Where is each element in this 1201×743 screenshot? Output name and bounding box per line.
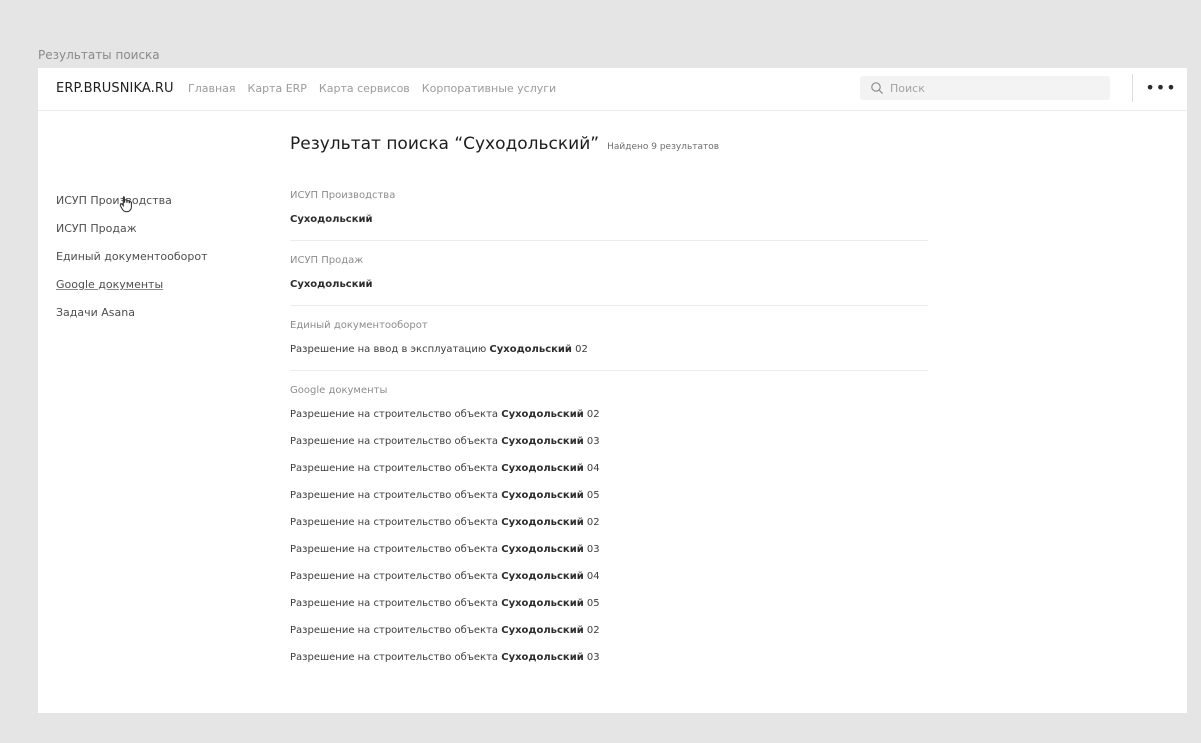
result-link[interactable]: Разрешение на строительство объекта Сухо… xyxy=(290,570,928,583)
result-prefix: Разрешение на строительство объекта xyxy=(290,436,502,447)
result-suffix: 02 xyxy=(583,409,600,420)
result-link[interactable]: Разрешение на строительство объекта Сухо… xyxy=(290,408,928,421)
sidebar-item-unified-document-flow[interactable]: Единый документооборот xyxy=(56,250,207,263)
result-link[interactable]: Разрешение на строительство объекта Сухо… xyxy=(290,462,928,475)
sidebar-item-asana-tasks[interactable]: Задачи Asana xyxy=(56,306,135,319)
result-suffix: 04 xyxy=(583,571,600,582)
top-bar-divider xyxy=(1132,74,1133,102)
sidebar-item-isup-sales[interactable]: ИСУП Продаж xyxy=(56,222,137,235)
top-bar: ERP.BRUSNIKA.RU Главная Карта ERP Карта … xyxy=(38,68,1187,111)
nav-item-erp-map[interactable]: Карта ERP xyxy=(248,82,307,95)
group-title: Единый документооборот xyxy=(290,320,428,331)
title-row: Результат поиска “Суходольский” Найдено … xyxy=(290,134,928,154)
result-highlight: Суходольский xyxy=(501,652,584,663)
result-highlight: Суходольский xyxy=(501,544,584,555)
result-highlight: Суходольский xyxy=(501,571,584,582)
results-group-google-documents: Google документы Разрешение на строитель… xyxy=(290,385,928,664)
result-prefix: Разрешение на строительство объекта xyxy=(290,409,502,420)
result-link[interactable]: Разрешение на ввод в эксплуатацию Суходо… xyxy=(290,343,928,356)
search-input[interactable] xyxy=(886,81,1100,95)
results-group-isup-sales: ИСУП Продаж Суходольский xyxy=(290,255,928,306)
result-prefix: Разрешение на строительство объекта xyxy=(290,544,502,555)
result-highlight: Суходольский xyxy=(290,279,373,290)
result-suffix: 05 xyxy=(583,490,600,501)
results-count: Найдено 9 результатов xyxy=(607,142,720,152)
result-suffix: 04 xyxy=(583,463,600,474)
result-suffix: 05 xyxy=(583,598,600,609)
group-title: Google документы xyxy=(290,385,388,396)
result-suffix: 03 xyxy=(583,436,600,447)
sidebar-item-google-documents[interactable]: Google документы xyxy=(56,278,163,291)
nav-item-home[interactable]: Главная xyxy=(188,82,236,95)
result-prefix: Разрешение на строительство объекта xyxy=(290,598,502,609)
result-link[interactable]: Разрешение на строительство объекта Сухо… xyxy=(290,543,928,556)
result-highlight: Суходольский xyxy=(501,463,584,474)
result-prefix: Разрешение на строительство объекта xyxy=(290,517,502,528)
result-prefix: Разрешение на ввод в эксплуатацию xyxy=(290,344,490,355)
result-suffix: 02 xyxy=(571,344,588,355)
sidebar: ИСУП Производства ИСУП Продаж Единый док… xyxy=(56,194,276,334)
result-highlight: Суходольский xyxy=(290,214,373,225)
result-suffix: 03 xyxy=(583,544,600,555)
main-nav: Главная Карта ERP Карта сервисов Корпора… xyxy=(188,82,556,95)
result-link[interactable]: Разрешение на строительство объекта Сухо… xyxy=(290,624,928,637)
result-suffix: 02 xyxy=(583,517,600,528)
result-suffix: 03 xyxy=(583,652,600,663)
search-box[interactable] xyxy=(860,76,1110,100)
result-prefix: Разрешение на строительство объекта xyxy=(290,625,502,636)
sidebar-item-isup-production[interactable]: ИСУП Производства xyxy=(56,194,172,207)
result-highlight: Суходольский xyxy=(501,490,584,501)
result-link[interactable]: Разрешение на строительство объекта Сухо… xyxy=(290,651,928,664)
result-highlight: Суходольский xyxy=(489,344,572,355)
result-prefix: Разрешение на строительство объекта xyxy=(290,490,502,501)
result-link[interactable]: Разрешение на строительство объекта Сухо… xyxy=(290,489,928,502)
nav-item-corporate-services[interactable]: Корпоративные услуги xyxy=(422,82,556,95)
result-highlight: Суходольский xyxy=(501,598,584,609)
page-label: Результаты поиска xyxy=(38,48,160,62)
search-icon-svg xyxy=(871,82,883,94)
result-link[interactable]: Разрешение на строительство объекта Сухо… xyxy=(290,597,928,610)
result-link[interactable]: Разрешение на строительство объекта Сухо… xyxy=(290,516,928,529)
search-results: Результат поиска “Суходольский” Найдено … xyxy=(290,134,928,664)
search-icon xyxy=(868,79,886,97)
result-prefix: Разрешение на строительство объекта xyxy=(290,571,502,582)
result-link[interactable]: Суходольский xyxy=(290,278,928,291)
result-highlight: Суходольский xyxy=(501,625,584,636)
result-highlight: Суходольский xyxy=(501,436,584,447)
result-link[interactable]: Разрешение на строительство объекта Сухо… xyxy=(290,435,928,448)
more-button[interactable]: ••• xyxy=(1145,76,1175,100)
page-title: Результат поиска “Суходольский” xyxy=(290,134,600,154)
result-suffix: 02 xyxy=(583,625,600,636)
search-results-window: ERP.BRUSNIKA.RU Главная Карта ERP Карта … xyxy=(38,68,1187,713)
result-prefix: Разрешение на строительство объекта xyxy=(290,652,502,663)
results-group-unified-document-flow: Единый документооборот Разрешение на вво… xyxy=(290,320,928,371)
nav-item-service-map[interactable]: Карта сервисов xyxy=(319,82,410,95)
result-prefix: Разрешение на строительство объекта xyxy=(290,463,502,474)
results-group-isup-production: ИСУП Производства Суходольский xyxy=(290,190,928,241)
group-title: ИСУП Производства xyxy=(290,190,396,201)
result-link[interactable]: Суходольский xyxy=(290,213,928,226)
brand-logo[interactable]: ERP.BRUSNIKA.RU xyxy=(56,81,174,96)
group-title: ИСУП Продаж xyxy=(290,255,364,266)
result-highlight: Суходольский xyxy=(501,517,584,528)
result-highlight: Суходольский xyxy=(501,409,584,420)
